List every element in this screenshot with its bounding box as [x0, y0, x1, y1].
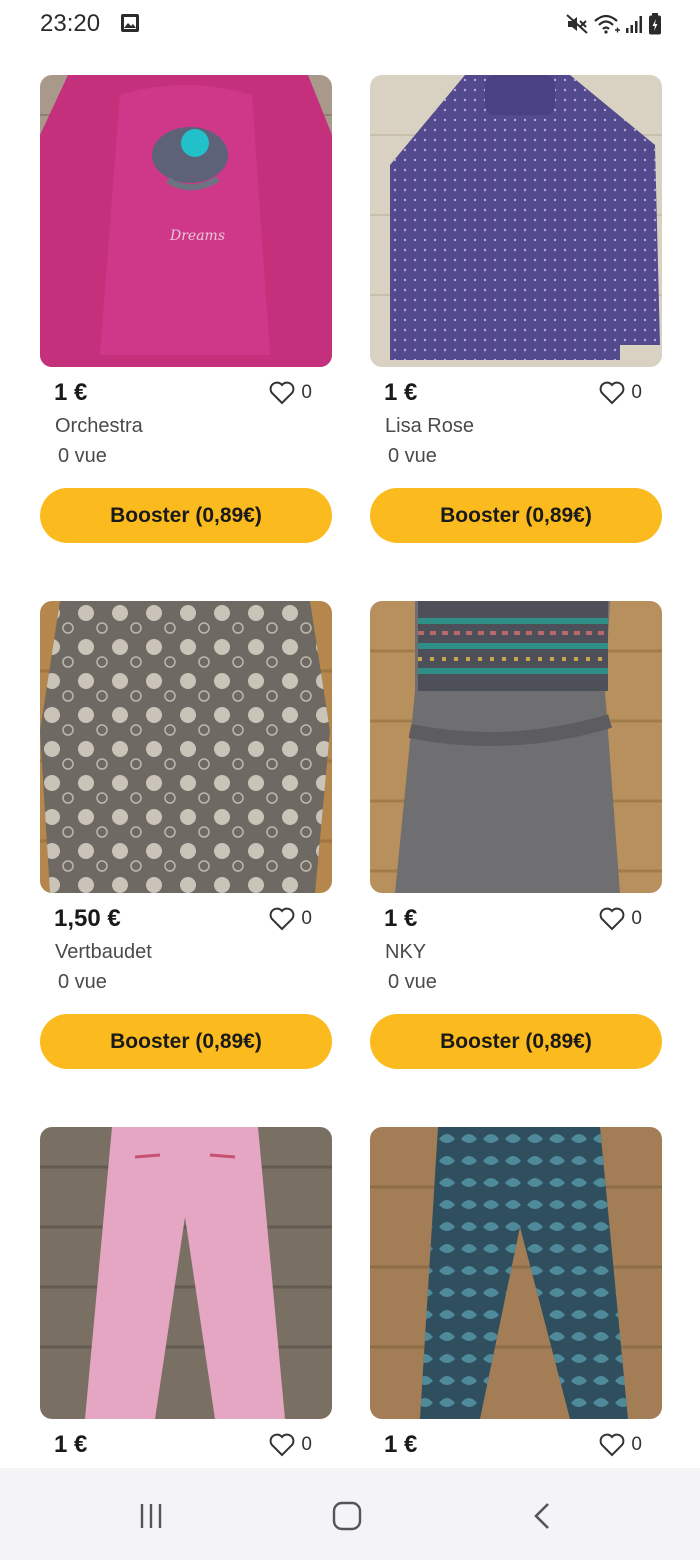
favourite-count: 0: [631, 1434, 642, 1455]
listing-brand: Vertbaudet: [55, 941, 152, 963]
favourite-count: 0: [631, 382, 642, 403]
listing-views: 0 vue: [58, 445, 107, 467]
favourite-count: 0: [301, 908, 312, 929]
favourite-button[interactable]: 0: [599, 907, 642, 931]
favourite-count: 0: [631, 908, 642, 929]
booster-button[interactable]: Booster (0,89€): [370, 488, 662, 543]
listing-views: 0 vue: [388, 971, 437, 993]
listing-photo-grey-dress[interactable]: [40, 601, 332, 893]
favourite-button[interactable]: 0: [599, 381, 642, 405]
heart-icon: [270, 907, 295, 931]
listing-brand: Orchestra: [55, 415, 143, 437]
home-icon[interactable]: [327, 1496, 367, 1536]
heart-icon: [600, 381, 625, 405]
listing-price: 1 €: [54, 1431, 88, 1458]
listing-brand: Lisa Rose: [385, 415, 474, 437]
back-icon[interactable]: [523, 1496, 563, 1536]
favourite-button[interactable]: 0: [269, 907, 312, 931]
listing-price: 1,50 €: [54, 905, 121, 932]
heart-icon: [600, 907, 625, 931]
heart-icon: [270, 1433, 295, 1457]
listing-price: 1 €: [384, 1431, 418, 1458]
listing-brand: NKY: [385, 941, 427, 963]
listing-photo-grey-knit-dress[interactable]: [370, 601, 662, 893]
favourite-button[interactable]: 0: [599, 1433, 642, 1457]
booster-button[interactable]: Booster (0,89€): [40, 1014, 332, 1069]
favourite-count: 0: [301, 382, 312, 403]
recents-icon[interactable]: [131, 1496, 171, 1536]
listing-price: 1 €: [384, 379, 418, 406]
listing-price: 1 €: [384, 905, 418, 932]
listings-grid: Dreams 1 € 0 Orchestra 0 vue Booster (0,…: [0, 0, 700, 1468]
system-navigation-bar: [0, 1468, 700, 1560]
listing-views: 0 vue: [388, 445, 437, 467]
favourite-count: 0: [301, 1434, 312, 1455]
listing-views: 0 vue: [58, 971, 107, 993]
favourite-button[interactable]: 0: [269, 381, 312, 405]
booster-button[interactable]: Booster (0,89€): [370, 1014, 662, 1069]
listing-price: 1 €: [54, 379, 88, 406]
booster-button[interactable]: Booster (0,89€): [40, 488, 332, 543]
listing-photo-blue-trousers[interactable]: [370, 1127, 662, 1419]
listing-photo-purple-turtleneck[interactable]: [370, 75, 662, 367]
heart-icon: [270, 381, 295, 405]
favourite-button[interactable]: 0: [269, 1433, 312, 1457]
heart-icon: [600, 1433, 625, 1457]
listing-photo-pink-top[interactable]: Dreams: [40, 75, 332, 367]
listing-photo-pink-trousers[interactable]: [40, 1127, 332, 1419]
svg-text:Dreams: Dreams: [169, 228, 225, 244]
